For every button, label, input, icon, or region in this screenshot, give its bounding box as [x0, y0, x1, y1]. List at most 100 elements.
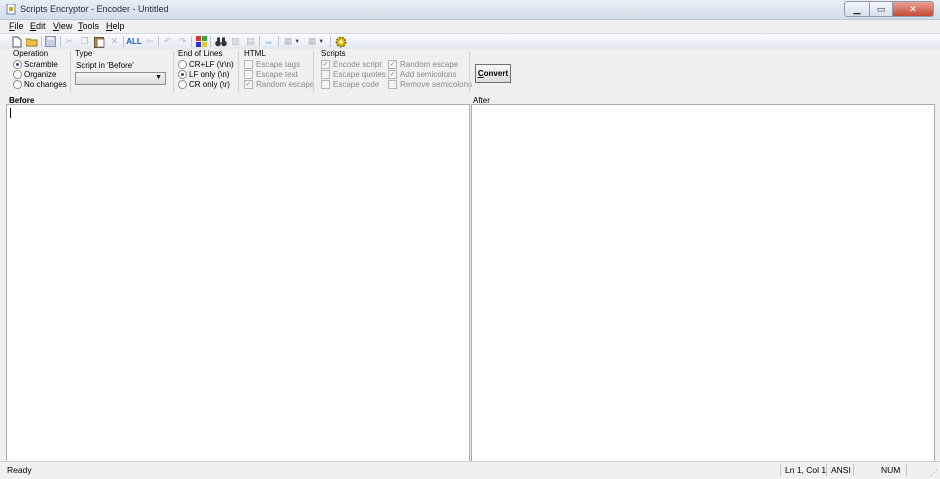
eol-option-label: LF only (\n): [189, 70, 230, 79]
menu-file[interactable]: File: [9, 21, 24, 31]
after-editor[interactable]: [471, 104, 935, 462]
menu-help[interactable]: Help: [106, 21, 125, 31]
status-bar: Ready Ln 1, Col 1 ANSI NUM ⋰: [0, 461, 940, 479]
copy-dropdown-button[interactable]: ▦ ▼: [282, 35, 302, 48]
checkbox-label: Escape code: [333, 80, 380, 89]
clipboard-icon: ▦: [283, 36, 293, 46]
colors-button[interactable]: [195, 35, 208, 48]
maximize-button[interactable]: ▭: [870, 1, 893, 17]
scripts-encode-script-checkbox[interactable]: ✓ Encode script: [321, 60, 381, 69]
scripts-add-semicolons-checkbox[interactable]: ✓ Add semicolons: [388, 70, 456, 79]
maximize-icon: ▭: [876, 3, 886, 14]
menu-tools[interactable]: Tools: [78, 21, 99, 31]
toolbar-separator: [123, 36, 124, 47]
select-all-label: ALL: [126, 37, 142, 46]
copy-button[interactable]: ❐: [78, 35, 91, 48]
radio-button-selected[interactable]: [13, 60, 22, 69]
scripts-escape-quotes-checkbox[interactable]: Escape quotes: [321, 70, 386, 79]
minimize-button[interactable]: ▁: [844, 1, 870, 17]
checkbox-box[interactable]: [321, 70, 330, 79]
radio-button[interactable]: [178, 60, 187, 69]
scripts-random-escape-checkbox[interactable]: ✓ Random escape: [388, 60, 458, 69]
checkbox-checked[interactable]: ✓: [388, 70, 397, 79]
checkbox-checked[interactable]: ✓: [388, 60, 397, 69]
select-all-button[interactable]: ALL: [126, 35, 142, 48]
operation-option-scramble[interactable]: Scramble: [13, 60, 58, 69]
menu-file-label: ile: [14, 21, 24, 31]
html-escape-text-checkbox[interactable]: Escape text: [244, 70, 298, 79]
menu-edit[interactable]: Edit: [30, 21, 46, 31]
swap-arrows-icon: ⇔: [264, 36, 273, 47]
radio-button-selected[interactable]: [178, 70, 187, 79]
find-next-button[interactable]: ▥: [229, 35, 242, 48]
find-next-icon: ▥: [231, 36, 240, 46]
new-file-button[interactable]: [10, 35, 23, 48]
script-type-select[interactable]: ▼: [75, 72, 166, 85]
close-button[interactable]: ✕: [893, 1, 934, 17]
save-icon: [45, 36, 56, 47]
radio-button[interactable]: [178, 80, 187, 89]
replace-button[interactable]: ▤: [244, 35, 257, 48]
paste-dropdown-button[interactable]: ▦ ▼: [306, 35, 326, 48]
scripts-remove-semicolons-checkbox[interactable]: Remove semicolons: [388, 80, 472, 89]
group-divider: [173, 51, 174, 93]
eol-option-lf[interactable]: LF only (\n): [178, 70, 229, 79]
open-file-button[interactable]: [25, 35, 38, 48]
resize-grip-icon[interactable]: ⋰: [930, 468, 938, 477]
type-caption: Script in 'Before': [76, 61, 134, 70]
status-encoding: ANSI: [831, 465, 851, 475]
options-button[interactable]: [334, 35, 347, 48]
paste-button[interactable]: [93, 35, 106, 48]
back-arrow-icon: ⇦: [145, 36, 154, 46]
paste-icon: [94, 36, 105, 48]
replace-icon: ▤: [246, 36, 255, 46]
checkbox-checked[interactable]: ✓: [244, 80, 253, 89]
checkbox-box[interactable]: [321, 80, 330, 89]
clear-button[interactable]: ⇦: [143, 35, 156, 48]
delete-button[interactable]: ✕: [108, 35, 121, 48]
radio-button[interactable]: [13, 70, 22, 79]
toolbar: ✂ ❐ ✕ ALL ⇦ ↶ ↷ ▥ ▤ ⇔ ▦ ▼ ▦ ▼: [0, 33, 940, 50]
eol-option-crlf[interactable]: CR+LF (\r\n): [178, 60, 234, 69]
menu-tools-label: ools: [82, 21, 100, 31]
swap-button[interactable]: ⇔: [262, 35, 275, 48]
redo-button[interactable]: ↷: [176, 35, 189, 48]
undo-button[interactable]: ↶: [161, 35, 174, 48]
before-editor[interactable]: [6, 104, 470, 462]
checkbox-label: Escape quotes: [333, 70, 386, 79]
operation-option-no-changes[interactable]: No changes: [13, 80, 67, 89]
toolbar-separator: [330, 36, 331, 47]
undo-icon: ↶: [163, 36, 172, 46]
checkbox-box[interactable]: [244, 70, 253, 79]
operation-option-label: Scramble: [24, 60, 58, 69]
checkbox-checked[interactable]: ✓: [321, 60, 330, 69]
cut-button[interactable]: ✂: [63, 35, 76, 48]
radio-button[interactable]: [13, 80, 22, 89]
redo-icon: ↷: [178, 36, 187, 46]
html-escape-tags-checkbox[interactable]: Escape tags: [244, 60, 300, 69]
window-title: Scripts Encryptor - Encoder - Untitled: [20, 4, 169, 14]
scripts-group: Scripts ✓ Encode script Escape quotes Esc…: [321, 49, 472, 93]
save-button[interactable]: [44, 35, 57, 48]
toolbar-separator: [259, 36, 260, 47]
html-group: HTML Escape tags Escape text ✓ Random esc…: [244, 49, 314, 93]
status-num-lock: NUM: [881, 465, 901, 475]
operation-option-organize[interactable]: Organize: [13, 70, 56, 79]
close-icon: ✕: [909, 3, 917, 14]
menu-edit-label: dit: [36, 21, 46, 31]
find-button[interactable]: [214, 35, 227, 48]
checkbox-box[interactable]: [244, 60, 253, 69]
menu-help-label: elp: [112, 21, 125, 31]
html-random-escape-checkbox[interactable]: ✓ Random escape: [244, 80, 314, 89]
menu-view[interactable]: View: [53, 21, 72, 31]
clipboard-icon: ▦: [307, 36, 317, 46]
menu-view-label: iew: [58, 21, 73, 31]
eol-option-cr[interactable]: CR only (\r): [178, 80, 230, 89]
checkbox-label: Add semicolons: [400, 70, 457, 79]
chevron-down-icon: ▼: [318, 38, 325, 45]
checkbox-box[interactable]: [388, 80, 397, 89]
scripts-escape-code-checkbox[interactable]: Escape code: [321, 80, 379, 89]
copy-icon: ❐: [80, 36, 89, 46]
convert-button[interactable]: Convert: [475, 64, 511, 83]
html-label: HTML: [244, 49, 266, 58]
